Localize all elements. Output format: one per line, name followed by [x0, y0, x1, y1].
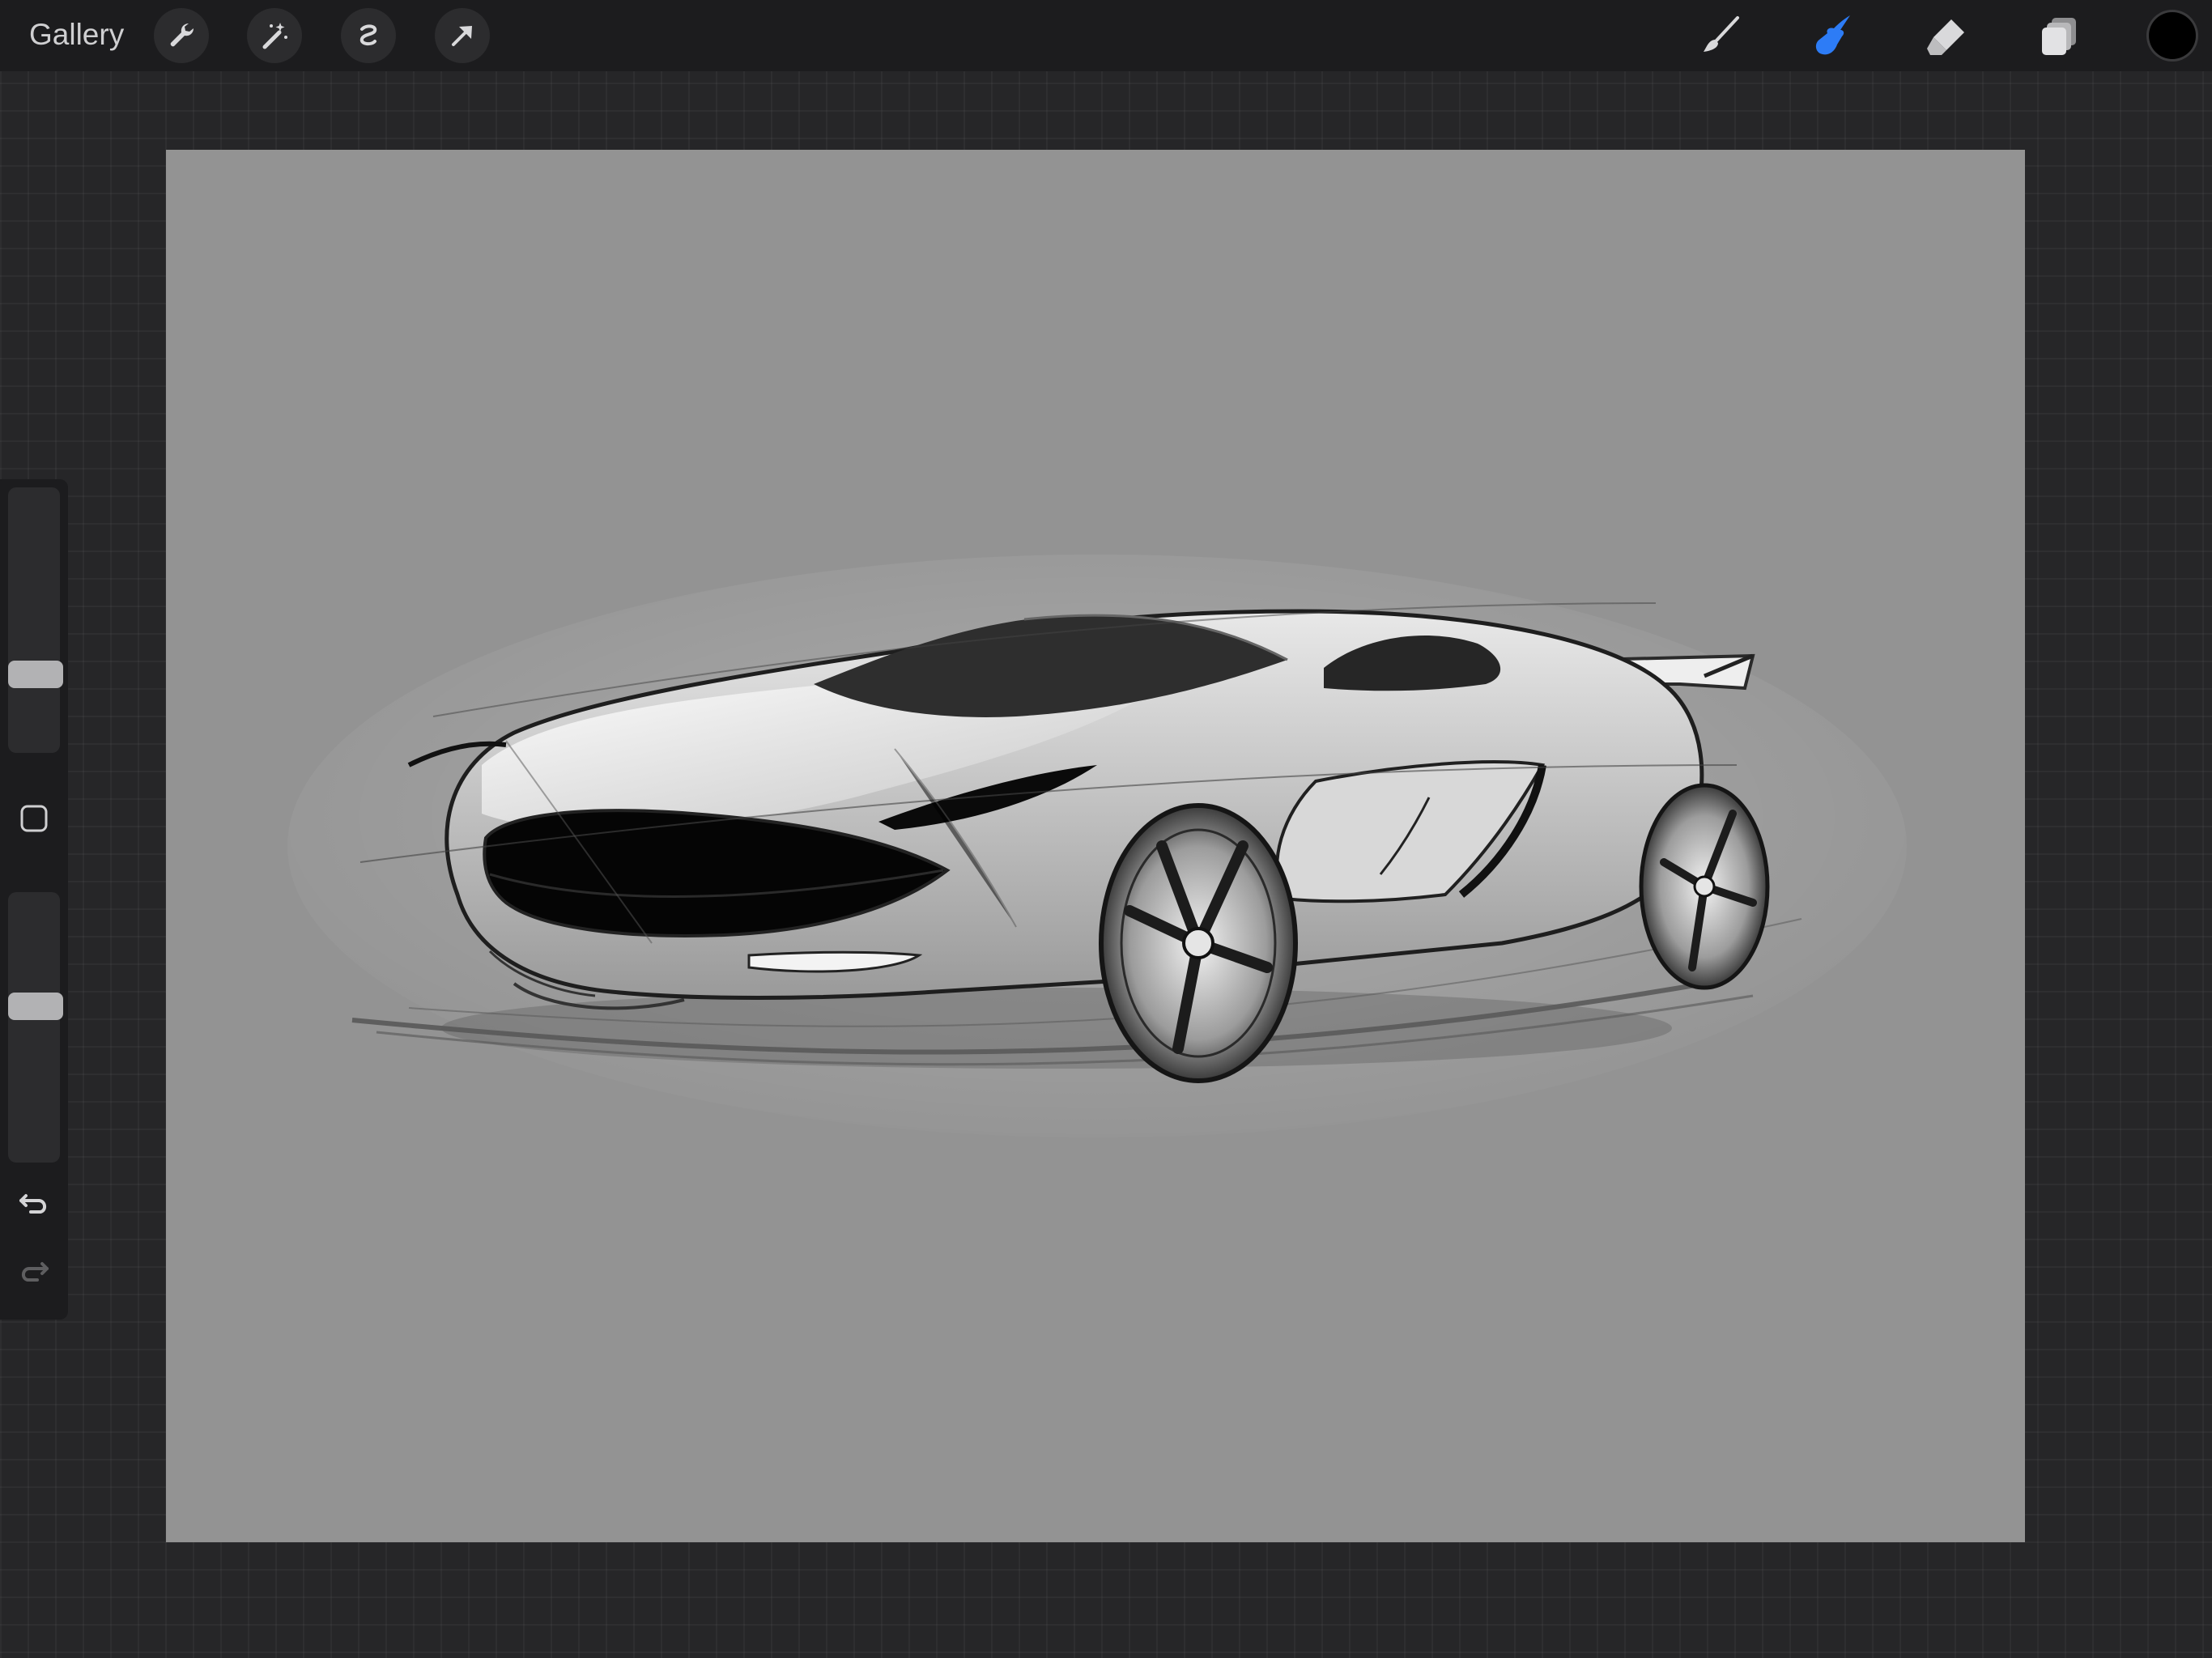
undo-arrow-icon — [19, 1194, 46, 1214]
transform-button[interactable] — [435, 8, 490, 63]
brush-opacity-slider[interactable] — [8, 892, 63, 1163]
brush-opacity-handle[interactable] — [8, 993, 63, 1020]
redo-button[interactable] — [10, 1246, 58, 1295]
actions-button[interactable] — [154, 8, 209, 63]
gallery-button[interactable]: Gallery — [29, 16, 124, 53]
eraser-tool-button[interactable] — [1919, 8, 1974, 63]
car-sketch-artwork — [287, 555, 1907, 1137]
layers-button[interactable] — [2032, 8, 2087, 63]
selection-button[interactable] — [341, 8, 396, 63]
top-toolbar: Gallery — [0, 0, 2212, 71]
layers-icon — [2042, 18, 2076, 55]
brush-size-handle[interactable] — [8, 661, 63, 688]
smudge-tool-button[interactable] — [1806, 8, 1861, 63]
transform-arrow-icon — [452, 26, 472, 46]
eraser-icon — [1927, 19, 1964, 55]
paint-tool-button[interactable] — [1692, 8, 1747, 63]
selection-icon — [359, 24, 377, 46]
brush-icon — [1704, 16, 1739, 52]
drawing-canvas[interactable] — [166, 150, 2025, 1542]
adjustments-button[interactable] — [247, 8, 302, 63]
smudge-finger-icon — [1815, 15, 1850, 55]
wrench-icon — [170, 23, 194, 47]
left-sidebar — [0, 479, 68, 1320]
square-icon — [20, 805, 48, 832]
magic-wand-icon — [262, 23, 287, 49]
modify-button[interactable] — [10, 794, 58, 843]
redo-arrow-icon — [22, 1262, 49, 1282]
undo-button[interactable] — [10, 1178, 58, 1226]
brush-size-slider[interactable] — [8, 487, 63, 753]
color-picker-button[interactable] — [2149, 12, 2196, 59]
